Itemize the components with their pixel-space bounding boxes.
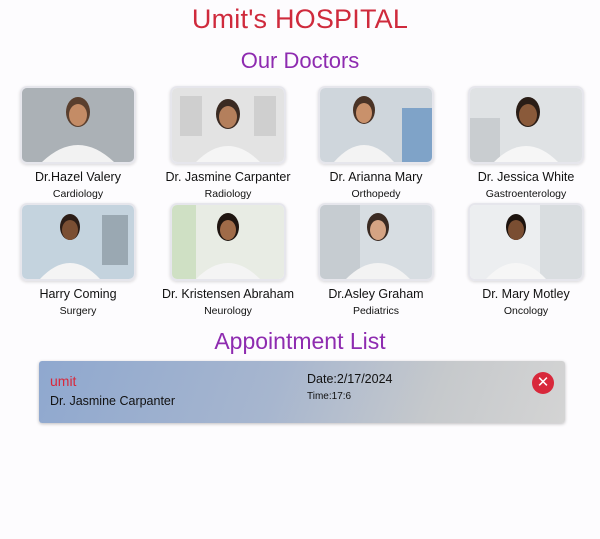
doctor-card[interactable]: Dr.Hazel Valery Cardiology xyxy=(3,86,153,200)
doctor-card[interactable]: Harry Coming Surgery xyxy=(3,203,153,317)
doctor-photo[interactable] xyxy=(318,203,434,281)
doctor-name: Dr. Jasmine Carpanter xyxy=(165,170,291,184)
doctor-name: Dr. Mary Motley xyxy=(482,287,570,301)
appointment-doctor-name: Dr. Jasmine Carpanter xyxy=(50,394,176,408)
doctor-photo[interactable] xyxy=(170,86,286,164)
close-circle-icon: ✕ xyxy=(536,374,550,391)
doctor-photo[interactable] xyxy=(20,203,136,281)
doctor-specialty: Radiology xyxy=(204,188,252,200)
doctor-name: Dr.Asley Graham xyxy=(328,287,424,301)
doctor-name: Dr.Hazel Valery xyxy=(35,170,121,184)
doctor-name: Dr. Jessica White xyxy=(477,170,575,184)
appointment-list-heading: Appointment List xyxy=(214,328,386,354)
doctor-specialty: Cardiology xyxy=(52,188,104,200)
appointment-patient-name: umit xyxy=(50,373,77,389)
doctor-photo[interactable] xyxy=(318,86,434,164)
doctor-card[interactable]: Dr. Arianna Mary Orthopedy xyxy=(301,86,451,200)
doctor-card[interactable]: Dr. Jessica White Gastroenterology xyxy=(451,86,600,200)
appointment-time: Time:17:6 xyxy=(307,391,352,402)
appointment-date: Date:2/17/2024 xyxy=(307,372,393,386)
doctor-specialty: Neurology xyxy=(204,305,252,317)
doctor-specialty: Pediatrics xyxy=(352,305,400,317)
doctor-specialty: Gastroenterology xyxy=(485,188,567,200)
hospital-title: Umit's HOSPITAL xyxy=(191,4,409,34)
doctor-card[interactable]: Dr.Asley Graham Pediatrics xyxy=(301,203,451,317)
doctor-card[interactable]: Dr. Mary Motley Oncology xyxy=(451,203,600,317)
appointment-card: umit Dr. Jasmine Carpanter Date:2/17/202… xyxy=(39,361,565,423)
doctor-photo[interactable] xyxy=(468,86,584,164)
doctor-name: Dr. Kristensen Abraham xyxy=(161,287,294,301)
doctor-card[interactable]: Dr. Kristensen Abraham Neurology xyxy=(153,203,303,317)
delete-appointment-button[interactable]: ✕ xyxy=(532,372,554,394)
doctor-specialty: Orthopedy xyxy=(351,188,401,200)
doctors-heading: Our Doctors xyxy=(240,48,360,73)
doctor-photo[interactable] xyxy=(468,203,584,281)
doctor-photo[interactable] xyxy=(170,203,286,281)
doctor-photo[interactable] xyxy=(20,86,136,164)
doctor-specialty: Surgery xyxy=(59,305,97,317)
doctor-specialty: Oncology xyxy=(503,305,549,317)
doctor-name: Dr. Arianna Mary xyxy=(329,170,423,184)
doctor-name: Harry Coming xyxy=(39,287,117,301)
doctor-card[interactable]: Dr. Jasmine Carpanter Radiology xyxy=(153,86,303,200)
